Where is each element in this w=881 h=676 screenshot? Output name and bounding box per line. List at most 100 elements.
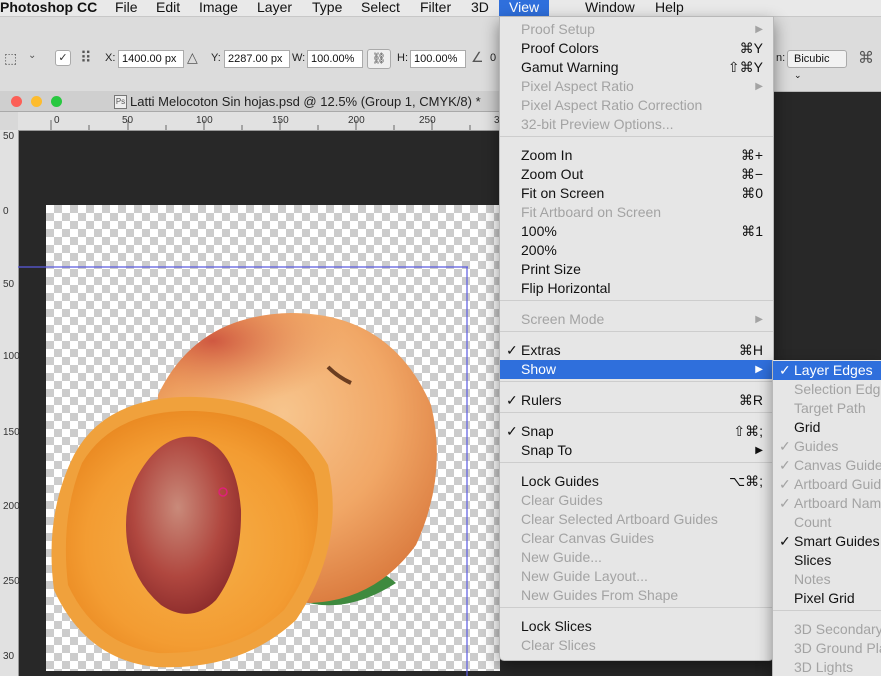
view-menu-item-clear-slices[interactable]: Clear Slices bbox=[500, 636, 773, 655]
view-menu-item-zoom-out[interactable]: Zoom Out ⌘− bbox=[500, 165, 773, 184]
checkmark-icon: ✓ bbox=[506, 342, 518, 358]
show-submenu-item-3d-ground-plane[interactable]: 3D Ground Plane bbox=[773, 639, 881, 658]
view-menu-item-snap-to[interactable]: Snap To ▶ bbox=[500, 441, 773, 460]
w-input[interactable]: 100.00% bbox=[307, 50, 363, 68]
show-submenu-item-smart-guides[interactable]: ✓ Smart Guides bbox=[773, 532, 881, 551]
ruler-tick-label: 50 bbox=[3, 131, 15, 142]
view-menu-item-clear-guides[interactable]: Clear Guides bbox=[500, 491, 773, 510]
horizontal-ruler[interactable]: 0 50 100 150 200 250 3 bbox=[18, 112, 500, 131]
menu-3d[interactable]: 3D bbox=[471, 0, 489, 16]
y-input[interactable]: 2287.00 px bbox=[224, 50, 290, 68]
view-menu-item-show[interactable]: Show ▶ bbox=[500, 360, 773, 379]
menu-select[interactable]: Select bbox=[361, 0, 400, 16]
submenu-item-label: Layer Edges bbox=[794, 362, 873, 378]
zoom-window-button[interactable] bbox=[51, 96, 62, 107]
show-submenu-item-target-path[interactable]: Target Path bbox=[773, 399, 881, 418]
view-menu-item-pixel-aspect-ratio[interactable]: Pixel Aspect Ratio ▶ bbox=[500, 77, 773, 96]
menu-type[interactable]: Type bbox=[312, 0, 342, 16]
show-submenu-item-artboard-names[interactable]: ✓Artboard Names bbox=[773, 494, 881, 513]
view-menu-item-gamut-warning[interactable]: Gamut Warning ⇧⌘Y bbox=[500, 58, 773, 77]
show-submenu-item-3d-lights[interactable]: 3D Lights bbox=[773, 658, 881, 676]
submenu-item-label: Count bbox=[794, 514, 832, 530]
checkmark-icon: ✓ bbox=[779, 476, 791, 492]
menu-edit[interactable]: Edit bbox=[156, 0, 180, 16]
menu-image[interactable]: Image bbox=[199, 0, 238, 16]
interpolation-select[interactable]: Bicubic ⌄ bbox=[787, 50, 847, 80]
chevron-down-icon[interactable]: ⌄ bbox=[28, 50, 36, 61]
menu-item-label: New Guides From Shape bbox=[521, 587, 679, 603]
view-menu-item-snap[interactable]: ✓ Snap ⇧⌘; bbox=[500, 422, 773, 441]
view-menu-item-pixel-aspect-ratio-correction[interactable]: Pixel Aspect Ratio Correction bbox=[500, 96, 773, 115]
menu-item-label: Clear Selected Artboard Guides bbox=[521, 511, 718, 527]
view-menu-item-proof-colors[interactable]: Proof Colors ⌘Y bbox=[500, 39, 773, 58]
show-submenu-item-layer-edges[interactable]: ✓ Layer Edges bbox=[773, 361, 881, 380]
show-submenu-item-notes[interactable]: Notes bbox=[773, 570, 881, 589]
menu-window[interactable]: Window bbox=[585, 0, 635, 16]
view-menu-item-lock-guides[interactable]: Lock Guides ⌥⌘; bbox=[500, 472, 773, 491]
y-label: Y: bbox=[211, 52, 221, 64]
warp-icon[interactable]: ⌘ bbox=[858, 48, 874, 68]
view-menu-item-rulers[interactable]: ✓ Rulers ⌘R bbox=[500, 391, 773, 410]
checkmark-icon: ✓ bbox=[779, 495, 791, 511]
view-menu-item-print-size[interactable]: Print Size bbox=[500, 260, 773, 279]
delta-icon[interactable]: △ bbox=[187, 49, 198, 66]
h-input[interactable]: 100.00% bbox=[410, 50, 466, 68]
link-icon[interactable]: ⛓ bbox=[367, 49, 391, 69]
menu-item-shortcut: ⌘0 bbox=[741, 185, 763, 201]
show-submenu-item-count[interactable]: Count bbox=[773, 513, 881, 532]
transform-icon[interactable]: ⬚ bbox=[4, 50, 17, 67]
view-menu-item-extras[interactable]: ✓ Extras ⌘H bbox=[500, 341, 773, 360]
close-window-button[interactable] bbox=[11, 96, 22, 107]
menu-item-label: New Guide Layout... bbox=[521, 568, 648, 584]
minimize-window-button[interactable] bbox=[31, 96, 42, 107]
show-submenu-item-slices[interactable]: Slices bbox=[773, 551, 881, 570]
x-input[interactable]: 1400.00 px bbox=[118, 50, 184, 68]
menu-separator bbox=[500, 412, 773, 413]
view-menu-item-200[interactable]: 200% bbox=[500, 241, 773, 260]
view-menu-item-flip-horizontal[interactable]: Flip Horizontal bbox=[500, 279, 773, 298]
document-canvas[interactable] bbox=[46, 205, 500, 671]
submenu-arrow-icon: ▶ bbox=[755, 364, 763, 375]
view-menu-item-fit-on-screen[interactable]: Fit on Screen ⌘0 bbox=[500, 184, 773, 203]
view-menu-item-100[interactable]: 100% ⌘1 bbox=[500, 222, 773, 241]
view-menu-item-new-guide-layout[interactable]: New Guide Layout... bbox=[500, 567, 773, 586]
menu-view[interactable]: View bbox=[499, 0, 550, 16]
menu-filter[interactable]: Filter bbox=[420, 0, 451, 16]
menu-item-label: Clear Guides bbox=[521, 492, 603, 508]
show-submenu-item-3d-secondary-view[interactable]: 3D Secondary View bbox=[773, 620, 881, 639]
submenu-item-label: Artboard Guides bbox=[794, 476, 881, 492]
view-menu-item-screen-mode[interactable]: Screen Mode ▶ bbox=[500, 310, 773, 329]
vertical-ruler[interactable]: 50 0 50 100 150 200 250 30 bbox=[0, 130, 20, 676]
view-menu-item-lock-slices[interactable]: Lock Slices bbox=[500, 617, 773, 636]
view-menu-item-zoom-in[interactable]: Zoom In ⌘+ bbox=[500, 146, 773, 165]
reference-point-checkbox[interactable]: ✓ bbox=[55, 50, 71, 66]
show-submenu-item-grid[interactable]: Grid bbox=[773, 418, 881, 437]
document-tab[interactable]: Ps Latti Melocoton Sin hojas.psd @ 12.5%… bbox=[0, 91, 500, 112]
view-menu-item-clear-canvas-guides[interactable]: Clear Canvas Guides bbox=[500, 529, 773, 548]
app-menu[interactable]: Photoshop CC bbox=[0, 0, 97, 16]
view-menu-item-new-guides-from-shape[interactable]: New Guides From Shape bbox=[500, 586, 773, 605]
show-submenu-item-selection-edges[interactable]: Selection Edges bbox=[773, 380, 881, 399]
view-menu-item-proof-setup[interactable]: Proof Setup ▶ bbox=[500, 20, 773, 39]
menu-bar: Photoshop CC File Edit Image Layer Type … bbox=[0, 0, 881, 17]
menu-help[interactable]: Help bbox=[655, 0, 684, 16]
angle-input[interactable]: 0 bbox=[490, 52, 496, 64]
show-submenu-item-guides[interactable]: ✓ Guides bbox=[773, 437, 881, 456]
view-menu-item-clear-selected-artboard-guides[interactable]: Clear Selected Artboard Guides bbox=[500, 510, 773, 529]
ruler-origin[interactable] bbox=[0, 112, 18, 130]
show-submenu-item-artboard-guides[interactable]: ✓Artboard Guides bbox=[773, 475, 881, 494]
show-submenu-item-canvas-guides[interactable]: ✓ Canvas Guides bbox=[773, 456, 881, 475]
menu-file[interactable]: File bbox=[115, 0, 138, 16]
view-menu-item-new-guide[interactable]: New Guide... bbox=[500, 548, 773, 567]
view-menu-item-32-bit-preview-options[interactable]: 32-bit Preview Options... bbox=[500, 115, 773, 134]
show-submenu-item-pixel-grid[interactable]: Pixel Grid bbox=[773, 589, 881, 608]
view-menu-item-fit-artboard-on-screen[interactable]: Fit Artboard on Screen bbox=[500, 203, 773, 222]
ruler-tick-label: 50 bbox=[122, 115, 134, 126]
menu-separator bbox=[500, 462, 773, 463]
menu-item-label: Clear Canvas Guides bbox=[521, 530, 655, 546]
menu-separator bbox=[500, 331, 773, 332]
menu-item-label: Zoom In bbox=[521, 147, 573, 163]
angle-icon[interactable]: ∠ bbox=[471, 49, 484, 66]
reference-point-icon[interactable]: ⠿ bbox=[80, 48, 92, 68]
menu-layer[interactable]: Layer bbox=[257, 0, 292, 16]
